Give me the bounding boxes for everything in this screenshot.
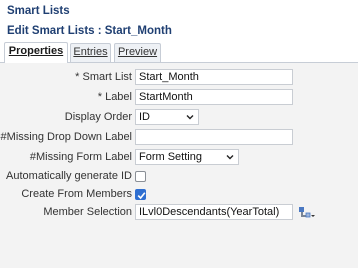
auto-generate-row: Automatically generate ID	[0, 168, 358, 186]
display-order-label: Display Order	[64, 111, 132, 123]
label-label: * Label	[97, 91, 132, 103]
missing-form-label: #Missing Form Label	[29, 151, 132, 163]
page-title: Edit Smart Lists : Start_Month	[7, 25, 172, 37]
member-selector-icon[interactable]	[297, 204, 317, 220]
checkmark-icon	[137, 192, 146, 200]
smart-list-input[interactable]: Start_Month	[135, 69, 293, 85]
create-from-members-checkbox[interactable]	[135, 189, 146, 200]
missing-drop-down-label: #Missing Drop Down Label	[0, 131, 132, 143]
tab-entries[interactable]: Entries	[70, 43, 111, 62]
tab-preview-label: Preview	[117, 46, 158, 58]
app-title: Smart Lists	[7, 5, 70, 17]
smart-list-label: * Smart List	[75, 71, 132, 83]
chevron-down-icon	[186, 115, 194, 120]
label-row: * Label StartMonth	[0, 89, 358, 107]
tab-properties-label: Properties	[8, 45, 64, 57]
member-selection-input[interactable]: ILvl0Descendants(YearTotal)	[135, 204, 293, 220]
create-from-members-row: Create From Members	[0, 186, 358, 204]
label-input[interactable]: StartMonth	[135, 89, 293, 105]
missing-form-value: Form Setting	[139, 151, 202, 163]
chevron-down-icon	[226, 155, 234, 160]
member-selection-label: Member Selection	[43, 206, 132, 218]
missing-form-select[interactable]: Form Setting	[135, 149, 239, 165]
tab-entries-label: Entries	[73, 46, 108, 58]
auto-generate-label: Automatically generate ID	[6, 170, 132, 182]
create-from-members-label: Create From Members	[21, 188, 132, 200]
tab-properties[interactable]: Properties	[4, 42, 68, 64]
tab-preview[interactable]: Preview	[114, 43, 161, 62]
missing-form-row: #Missing Form Label Form Setting	[0, 149, 358, 167]
tab-bar: Properties Entries Preview	[0, 42, 358, 64]
smart-list-row: * Smart List Start_Month	[0, 69, 358, 87]
missing-drop-down-input[interactable]	[135, 129, 293, 145]
properties-panel: * Smart List Start_Month * Label StartMo…	[0, 63, 358, 268]
display-order-value: ID	[139, 111, 150, 123]
display-order-select[interactable]: ID	[135, 109, 199, 125]
auto-generate-checkbox[interactable]	[135, 171, 146, 182]
member-selection-row: Member Selection ILvl0Descendants(YearTo…	[0, 204, 358, 222]
display-order-row: Display Order ID	[0, 109, 358, 127]
missing-drop-down-row: #Missing Drop Down Label	[0, 129, 358, 147]
